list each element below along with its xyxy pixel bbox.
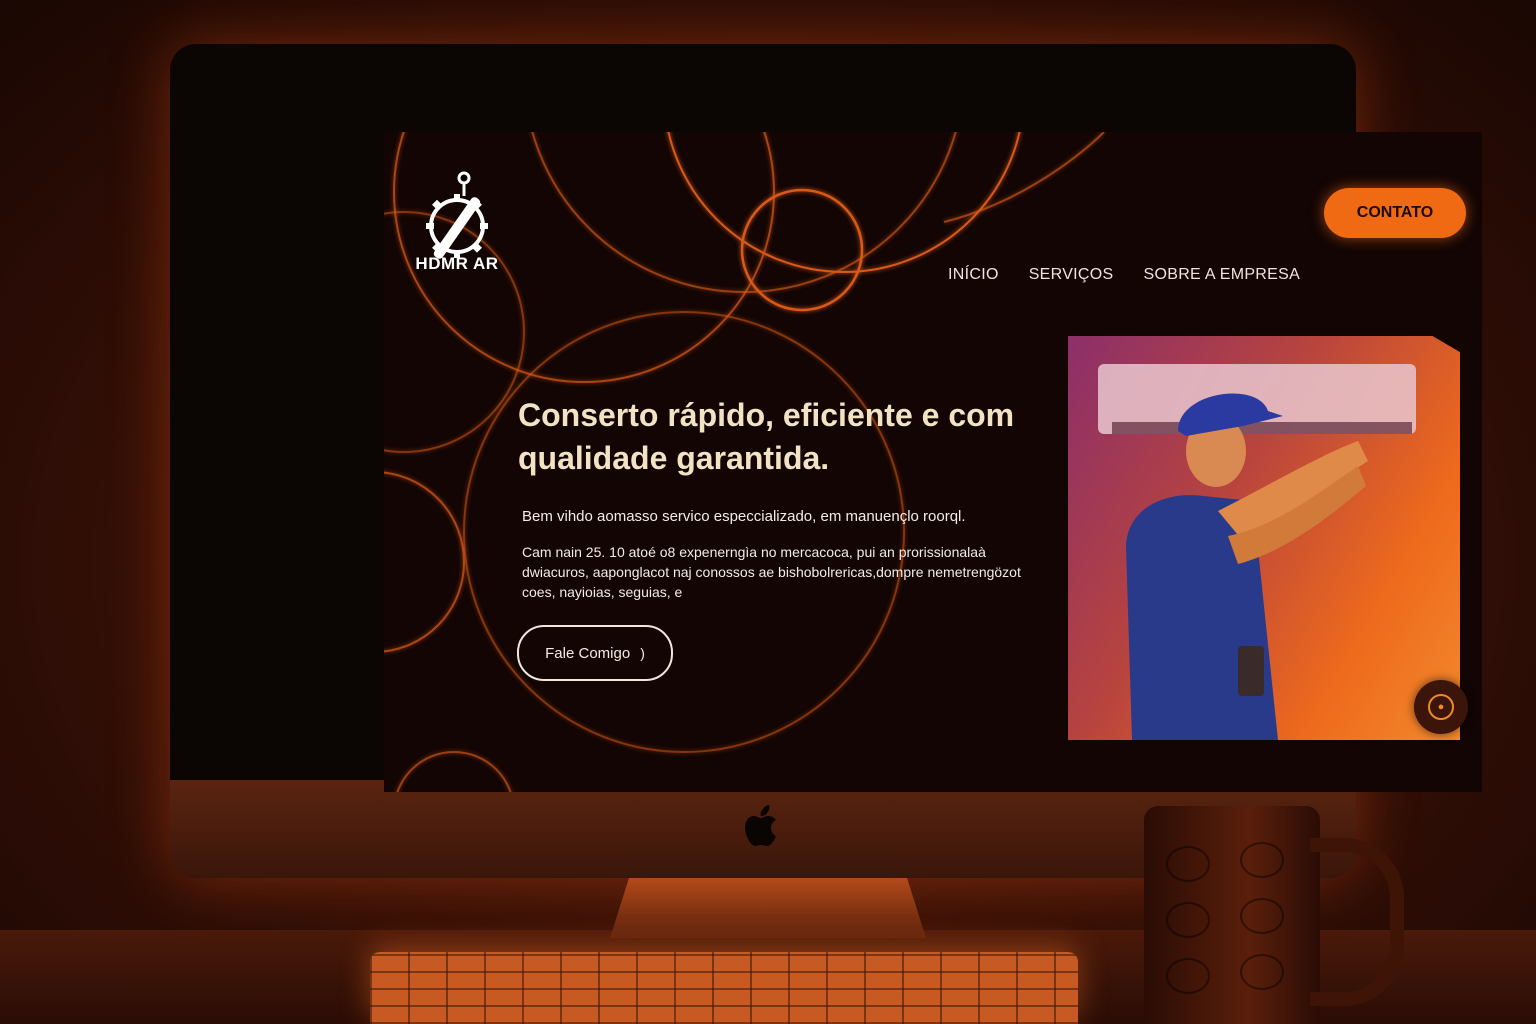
main-nav: INÍCIO SERVIÇOS SOBRE A EMPRESA (948, 266, 1300, 284)
chat-bubble-icon: ● (1428, 694, 1454, 720)
apple-logo-icon (745, 805, 776, 846)
contact-button[interactable]: CONTATO (1324, 188, 1466, 238)
mug-pattern (1166, 846, 1210, 882)
technician-photo (1068, 336, 1460, 740)
mug-pattern (1240, 842, 1284, 878)
fale-comigo-label: Fale Comigo (545, 644, 631, 662)
hero-intro: Bem vihdo aomasso servico especcializado… (522, 508, 966, 525)
hero-headline: Conserto rápido, eficiente e com qualida… (518, 397, 1015, 476)
mug-pattern (1240, 954, 1284, 990)
mug-pattern (1166, 958, 1210, 994)
monitor: HDMR AR CONTATO INÍCIO SERVIÇOS SOBRE A … (170, 44, 1482, 878)
mug-handle (1310, 838, 1404, 1006)
chat-button[interactable]: ● (1414, 680, 1468, 734)
monitor-stand (610, 878, 926, 938)
mug-pattern (1166, 902, 1210, 938)
brand-name: HDMR AR (415, 254, 499, 273)
hero-description: Cam nain 25. 10 atoé o8 expenerngìa no m… (522, 544, 1021, 600)
keyboard (370, 952, 1078, 1024)
fale-comigo-button[interactable]: Fale Comigo ) (517, 625, 673, 681)
coffee-mug (1144, 806, 1320, 1024)
nav-item-servicos[interactable]: SERVIÇOS (1029, 266, 1114, 284)
nav-item-inicio[interactable]: INÍCIO (948, 266, 999, 284)
website-screen: HDMR AR CONTATO INÍCIO SERVIÇOS SOBRE A … (384, 132, 1482, 792)
technician-illustration (1098, 364, 1416, 740)
chevron-right-icon: ) (640, 645, 645, 661)
mug-pattern (1240, 898, 1284, 934)
nav-item-sobre[interactable]: SOBRE A EMPRESA (1144, 266, 1301, 284)
